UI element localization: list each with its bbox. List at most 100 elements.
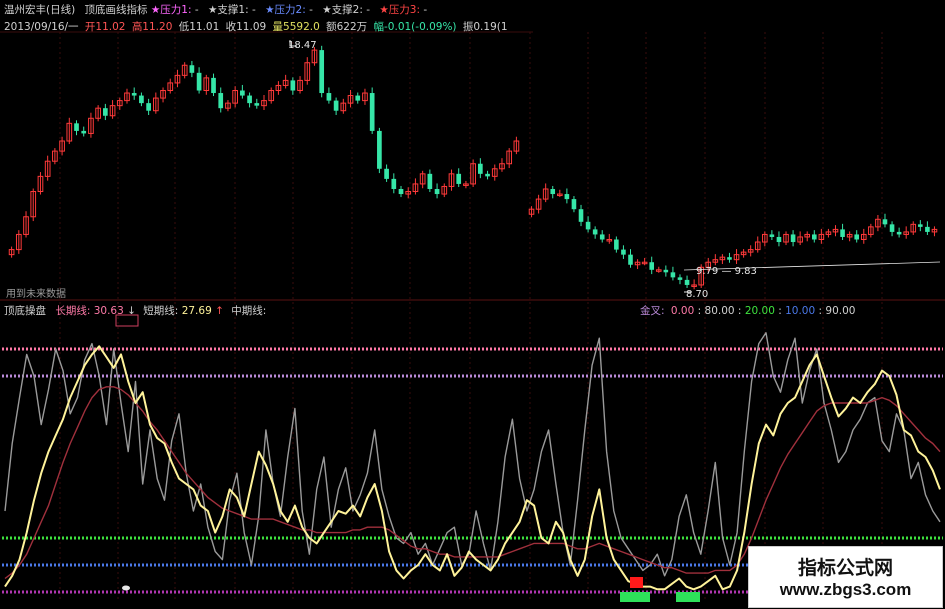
short-line-value: 27.69 bbox=[181, 305, 212, 317]
candle-body bbox=[290, 80, 296, 91]
price-high-label: 18.47 bbox=[288, 40, 317, 51]
ohlc-open: 开11.02 bbox=[84, 21, 126, 33]
watermark-title: 指标公式网 bbox=[797, 557, 893, 579]
candle-body bbox=[434, 188, 440, 195]
signal-dot bbox=[122, 585, 130, 591]
stock-title: 温州宏丰(日线) bbox=[4, 4, 76, 16]
press3-value: - bbox=[423, 4, 428, 16]
chart-window: { "top_header": { "stock": "温州宏丰(日线)", "… bbox=[0, 0, 945, 609]
candle-body bbox=[218, 93, 224, 109]
sup2-label: ★支撑2: bbox=[322, 4, 363, 16]
price-low-label: 8.70 bbox=[686, 289, 708, 300]
press2-value: - bbox=[309, 4, 313, 16]
candle-body bbox=[592, 229, 598, 235]
candle-body bbox=[776, 236, 782, 243]
candle-body bbox=[649, 262, 655, 270]
candle-body bbox=[369, 93, 375, 131]
candle-body bbox=[139, 95, 144, 104]
candle-body bbox=[599, 234, 605, 240]
watermark-badge: 指标公式网 www.zbgs3.com bbox=[748, 546, 943, 608]
candle-body bbox=[211, 77, 216, 94]
price-range-label: 9.79 — 9.83 bbox=[696, 266, 757, 277]
candle-body bbox=[571, 199, 577, 210]
sup2-value: - bbox=[366, 4, 371, 16]
candle-body bbox=[925, 226, 930, 232]
level-value-3: 20.00 bbox=[744, 305, 775, 317]
sup1-label: ★支撑1: bbox=[208, 4, 249, 16]
candle-body bbox=[196, 72, 202, 91]
candle-body bbox=[663, 269, 669, 273]
indicator-header: 顶底操盘 长期线: 30.63 ↓ 短期线: 27.69 ↑ 中期线: bbox=[4, 303, 266, 318]
ohlc-swing: 振0.19(1 bbox=[462, 21, 508, 33]
candle-body bbox=[391, 178, 397, 189]
level-value-2: 80.00 bbox=[704, 305, 735, 317]
candle-body bbox=[882, 219, 888, 225]
top-header: 温州宏丰(日线) 顶底画线指标 ★压力1: - ★支撑1: - ★压力2: - … bbox=[4, 2, 427, 17]
level-values-header: 金叉: 0.00 : 80.00 : 20.00 : 10.00 : 90.00 bbox=[640, 305, 856, 317]
candle-body bbox=[427, 173, 433, 189]
press1-value: - bbox=[194, 4, 199, 16]
candle-body bbox=[621, 249, 626, 255]
candle-body bbox=[811, 234, 817, 240]
candle-body bbox=[189, 65, 195, 73]
candle-body bbox=[240, 90, 245, 96]
candle-body bbox=[477, 163, 483, 174]
up-arrow-icon: ↑ bbox=[215, 305, 224, 317]
signal-marker-green bbox=[620, 592, 650, 602]
candle-body bbox=[614, 239, 619, 250]
ohlc-high: 高11.20 bbox=[131, 21, 173, 33]
ohlc-change: 幅-0.01(-0.09%) bbox=[373, 21, 457, 33]
candle-body bbox=[684, 279, 690, 285]
candle-body bbox=[896, 231, 902, 235]
ohlc-date: 2013/09/16/一 bbox=[4, 21, 79, 33]
candle-body bbox=[254, 103, 260, 106]
candle-body bbox=[918, 224, 923, 227]
candle-body bbox=[585, 221, 591, 230]
candle-body bbox=[326, 93, 332, 101]
candle-body bbox=[398, 188, 404, 195]
candlestick-layer bbox=[8, 40, 941, 293]
cross-label: 金叉: bbox=[640, 305, 665, 317]
candle-body bbox=[578, 209, 584, 222]
candle-body bbox=[355, 95, 361, 101]
down-arrow-icon: ↓ bbox=[127, 305, 136, 317]
ohlc-header: 2013/09/16/一 开11.02 高11.20 低11.01 收11.09… bbox=[4, 19, 508, 34]
candle-body bbox=[670, 272, 676, 278]
future-data-note: 用到未来数据 bbox=[6, 287, 66, 300]
ohlc-volume: 量5592.0 bbox=[272, 21, 320, 33]
candle-body bbox=[550, 188, 556, 195]
candle-body bbox=[81, 130, 87, 134]
long-line-label: 长期线: bbox=[55, 305, 91, 317]
candle-body bbox=[319, 50, 325, 94]
candle-body bbox=[146, 103, 151, 111]
long-line-value: 30.63 bbox=[93, 305, 124, 317]
candle-body bbox=[727, 257, 732, 260]
press3-label: ★压力3: bbox=[379, 4, 421, 16]
indicator-panel-title: 顶底操盘 bbox=[4, 305, 46, 317]
candle-body bbox=[456, 173, 462, 184]
ohlc-low: 低11.01 bbox=[178, 21, 220, 33]
candle-body bbox=[854, 234, 860, 240]
candle-body bbox=[628, 254, 633, 265]
level-value-1: 0.00 bbox=[670, 305, 695, 317]
candle-body bbox=[384, 168, 389, 179]
candle-body bbox=[377, 130, 382, 169]
candle-body bbox=[677, 277, 683, 280]
watermark-url: www.zbgs3.com bbox=[779, 580, 912, 599]
candle-body bbox=[564, 194, 570, 200]
ohlc-close: 收11.09 bbox=[225, 21, 267, 33]
candle-body bbox=[247, 95, 252, 104]
candle-body bbox=[769, 234, 775, 237]
signal-marker-red bbox=[630, 577, 643, 588]
level-value-4: 10.00 bbox=[785, 305, 816, 317]
ohlc-amount: 额622万 bbox=[326, 21, 368, 33]
candle-body bbox=[74, 123, 79, 131]
candle-body bbox=[131, 93, 137, 96]
press1-label: ★压力1: bbox=[150, 4, 192, 16]
signal-marker-green bbox=[676, 592, 700, 602]
candle-body bbox=[485, 173, 490, 177]
short-line-label: 短期线: bbox=[143, 305, 179, 317]
candle-body bbox=[103, 108, 108, 116]
candle-body bbox=[333, 100, 339, 111]
sup1-value: - bbox=[252, 4, 256, 16]
